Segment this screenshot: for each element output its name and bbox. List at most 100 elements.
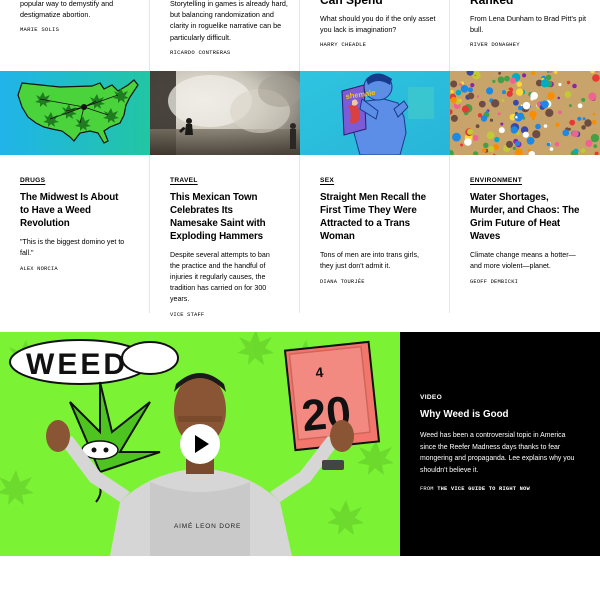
- top-article-byline[interactable]: RIVER DONAGHEY: [470, 41, 520, 48]
- beach-crowd-dot: [467, 128, 474, 135]
- article-byline[interactable]: GEOFF DEMBICKI: [470, 279, 580, 285]
- beach-crowd-dot: [450, 80, 458, 88]
- article-dek: Climate change means a hotter—and more v…: [470, 251, 576, 271]
- beach-crowd-dot: [494, 136, 500, 143]
- beach-crowd-dot: [535, 123, 541, 130]
- beach-crowd-dot: [540, 79, 549, 88]
- beach-crowd-dot: [541, 100, 549, 109]
- beach-crowd-dot: [564, 91, 572, 98]
- beach-crowd-dot: [450, 114, 458, 122]
- beach-crowd-dot: [498, 71, 501, 75]
- beach-crowd-dot: [590, 133, 600, 143]
- beach-crowd-dot: [497, 112, 501, 116]
- beach-crowd-dot: [476, 95, 480, 98]
- beach-crowd-dot: [577, 116, 582, 121]
- beach-crowd-dot: [480, 115, 488, 122]
- beach-crowd-dot: [460, 143, 464, 147]
- beach-crowd-dot: [567, 127, 571, 131]
- beach-crowd-dot: [555, 122, 560, 127]
- video-title[interactable]: Why Weed is Good: [420, 409, 580, 420]
- beach-crowd-dot: [510, 126, 518, 134]
- beach-crowd-dot: [558, 82, 562, 87]
- video-show-link[interactable]: THE VICE GUIDE TO RIGHT NOW: [437, 486, 530, 492]
- magazine-reader-illustration: shemale: [300, 71, 450, 155]
- beach-crowd-dot: [489, 118, 494, 122]
- top-article-4[interactable]: Ranked From Lena Dunham to Brad Pitt's p…: [450, 0, 600, 71]
- beach-crowd-dot: [460, 85, 469, 93]
- magazine-reader-image[interactable]: shemale: [300, 71, 450, 155]
- beach-crowd-dot: [543, 124, 548, 128]
- beach-crowd-dot: [530, 92, 538, 100]
- article-title[interactable]: This Mexican Town Celebrates Its Namesak…: [170, 191, 279, 243]
- article-title[interactable]: The Midwest Is About to Have a Weed Revo…: [20, 191, 129, 230]
- top-article-title[interactable]: Ranked: [470, 0, 513, 8]
- beach-crowd-dot: [481, 148, 487, 153]
- beach-crowd-dot: [522, 101, 531, 110]
- beach-crowd-dot: [526, 136, 535, 145]
- top-article-byline[interactable]: RICARDO CONTRERAS: [170, 49, 230, 56]
- beach-crowd-dot: [568, 104, 572, 108]
- article-card-sex[interactable]: SEX Straight Men Recall the First Time T…: [300, 155, 450, 313]
- us-map-weed-image[interactable]: [0, 71, 150, 155]
- article-dek: Despite several attempts to ban the prac…: [170, 251, 270, 304]
- article-title[interactable]: Water Shortages, Murder, and Chaos: The …: [470, 191, 580, 243]
- beach-crowd-dot: [504, 75, 510, 82]
- beach-crowd-dot: [577, 103, 583, 109]
- beach-crowd-dot: [585, 139, 593, 147]
- category-link[interactable]: SEX: [320, 177, 334, 184]
- article-byline[interactable]: DIANA TOURJÉE: [320, 279, 429, 285]
- beach-crowd-dot: [513, 99, 519, 106]
- top-article-dek: What should you do if the only asset you…: [320, 14, 436, 35]
- beach-crowd-dot: [522, 131, 529, 138]
- beach-crowd-dot: [554, 142, 560, 147]
- beach-crowd-dot: [485, 110, 489, 113]
- beach-crowd-dot: [478, 100, 486, 108]
- beach-crowd-dot: [571, 130, 579, 138]
- beach-crowd-dot: [459, 83, 463, 87]
- previous-articles-row: popular way to demystify and destigmatiz…: [0, 0, 600, 71]
- us-map-weed-illustration: [0, 71, 150, 155]
- beach-crowd-dot: [501, 98, 505, 102]
- crowded-beach-image[interactable]: [450, 71, 600, 155]
- video-player[interactable]: WEED 4 20 AIMÉ LEON DORE: [0, 332, 400, 556]
- beach-crowd-dot: [488, 145, 495, 153]
- beach-crowd-dot: [486, 87, 494, 95]
- top-article-title[interactable]: Can Spend: [320, 0, 383, 8]
- video-info-panel: VIDEO Why Weed is Good Weed has been a c…: [400, 332, 600, 556]
- top-article-byline[interactable]: HARRY CHEADLE: [320, 41, 366, 48]
- article-title[interactable]: Straight Men Recall the First Time They …: [320, 191, 429, 243]
- top-article-1[interactable]: popular way to demystify and destigmatiz…: [0, 0, 150, 71]
- exploding-hammer-image[interactable]: [150, 71, 300, 155]
- beach-crowd-dot: [509, 77, 516, 84]
- beach-crowd-dot: [464, 138, 472, 146]
- category-link[interactable]: TRAVEL: [170, 177, 198, 184]
- beach-crowd-dot: [450, 96, 457, 103]
- article-byline[interactable]: VICE STAFF: [170, 312, 279, 318]
- beach-crowd-dot: [572, 83, 577, 89]
- sweater-text: AIMÉ LEON DORE: [174, 521, 241, 530]
- article-byline[interactable]: ALEX NORCIA: [20, 266, 129, 272]
- article-card-environment[interactable]: ENVIRONMENT Water Shortages, Murder, and…: [450, 155, 600, 313]
- video-category[interactable]: VIDEO: [420, 394, 580, 401]
- beach-crowd-dot: [467, 92, 475, 100]
- beach-crowd-dot: [475, 124, 480, 129]
- beach-crowd-dot: [492, 79, 496, 83]
- top-article-2[interactable]: Storytelling in games is already hard, b…: [150, 0, 300, 71]
- beach-crowd-dot: [514, 141, 521, 147]
- beach-crowd-dot: [562, 129, 570, 137]
- top-article-3[interactable]: Can Spend What should you do if the only…: [300, 0, 450, 71]
- beach-crowd-dot: [529, 110, 537, 118]
- category-link[interactable]: DRUGS: [20, 177, 45, 184]
- category-link[interactable]: ENVIRONMENT: [470, 177, 522, 184]
- smoke-photo: [150, 71, 300, 155]
- top-article-byline[interactable]: MARIE SOLIS: [20, 26, 59, 33]
- article-card-travel[interactable]: TRAVEL This Mexican Town Celebrates Its …: [150, 155, 300, 318]
- beach-crowd-dot: [483, 142, 489, 148]
- top-article-dek: popular way to demystify and destigmatiz…: [20, 0, 114, 20]
- beach-crowd-dot: [546, 142, 551, 147]
- video-description: Weed has been a controversial topic in A…: [420, 432, 575, 474]
- beach-crowd-dot: [584, 119, 592, 127]
- beach-crowd-dot: [580, 148, 586, 153]
- play-icon[interactable]: [180, 424, 220, 464]
- article-card-drugs[interactable]: DRUGS The Midwest Is About to Have a Wee…: [0, 155, 150, 313]
